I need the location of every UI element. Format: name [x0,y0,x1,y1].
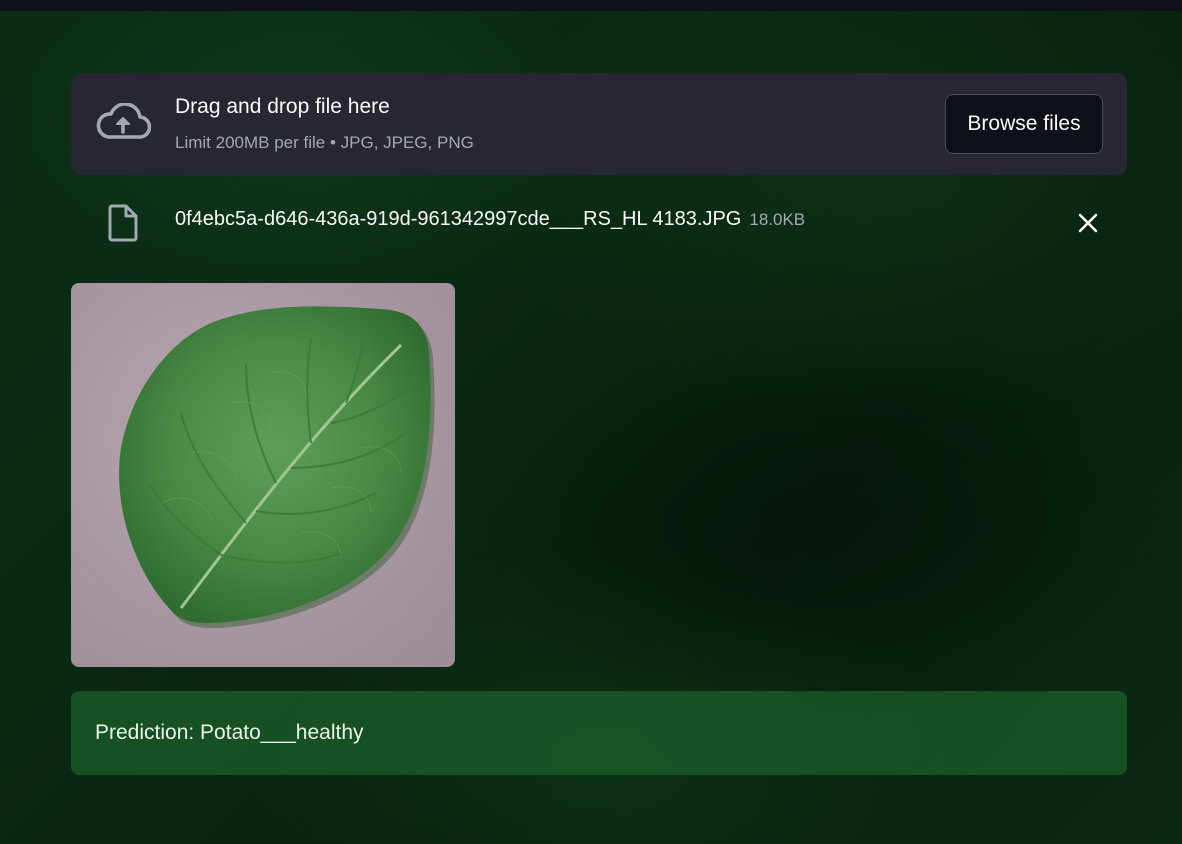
file-icon [108,204,138,242]
prediction-result-box: Prediction: Potato___healthy [71,691,1127,775]
dropzone-limits: Limit 200MB per file • JPG, JPEG, PNG [175,133,474,152]
uploaded-file-row: 0f4ebc5a-d646-436a-919d-961342997cde___R… [71,196,1127,248]
file-size: 18.0KB [749,210,806,229]
prediction-text: Prediction: Potato___healthy [95,721,364,744]
file-name-text: 0f4ebc5a-d646-436a-919d-961342997cde___R… [175,208,742,230]
top-bar [0,0,1182,11]
leaf-illustration [119,306,435,629]
close-icon[interactable] [1075,210,1101,236]
dropzone-title: Drag and drop file here [175,95,390,118]
cloud-upload-icon [96,103,151,139]
uploaded-leaf-image [71,283,455,667]
browse-files-button[interactable]: Browse files [945,94,1103,154]
uploaded-file-name: 0f4ebc5a-d646-436a-919d-961342997cde___R… [175,208,805,231]
file-uploader-dropzone[interactable]: Drag and drop file here Limit 200MB per … [71,73,1127,175]
